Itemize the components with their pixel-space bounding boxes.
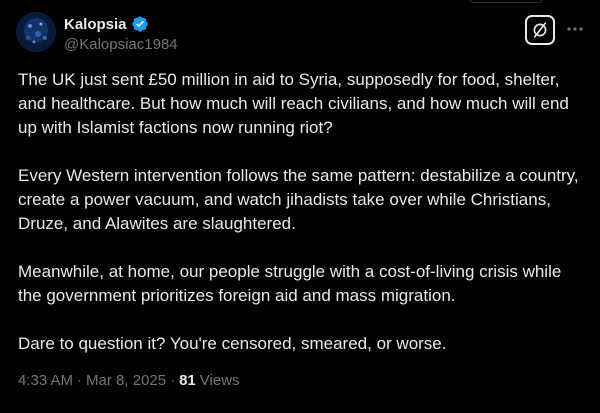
author-avatar[interactable]	[16, 12, 56, 52]
more-icon	[567, 27, 583, 31]
views-count: 81	[179, 372, 196, 389]
tweet-paragraph: The UK just sent £50 million in aid to S…	[18, 70, 569, 137]
views-label: Views	[199, 372, 240, 389]
tweet-meta: 4:33 AM · Mar 8, 2025 · 81 Views	[18, 372, 240, 389]
grok-icon	[533, 22, 547, 38]
verified-badge-icon	[131, 15, 149, 33]
author-names: Kalopsia @Kalopsiac1984	[64, 14, 178, 54]
meta-separator: ·	[170, 372, 176, 389]
tweet: Kalopsia @Kalopsiac1984 The UK just sent…	[0, 0, 600, 413]
grok-button[interactable]	[525, 15, 555, 45]
tweet-paragraph: Every Western intervention follows the s…	[18, 166, 579, 233]
tweet-time[interactable]: 4:33 AM	[18, 372, 73, 389]
display-name-row: Kalopsia	[64, 14, 178, 34]
more-options-button[interactable]	[564, 18, 586, 40]
author-handle[interactable]: @Kalopsiac1984	[64, 36, 178, 53]
tweet-date[interactable]: Mar 8, 2025	[86, 372, 166, 389]
tweet-paragraph: Meanwhile, at home, our people struggle …	[18, 262, 562, 305]
avatar-image	[16, 12, 56, 52]
author-display-name[interactable]: Kalopsia	[64, 16, 127, 33]
tweet-paragraph: Dare to question it? You're censored, sm…	[18, 334, 447, 353]
tweet-text: The UK just sent £50 million in aid to S…	[18, 68, 584, 356]
meta-separator: ·	[77, 372, 83, 389]
